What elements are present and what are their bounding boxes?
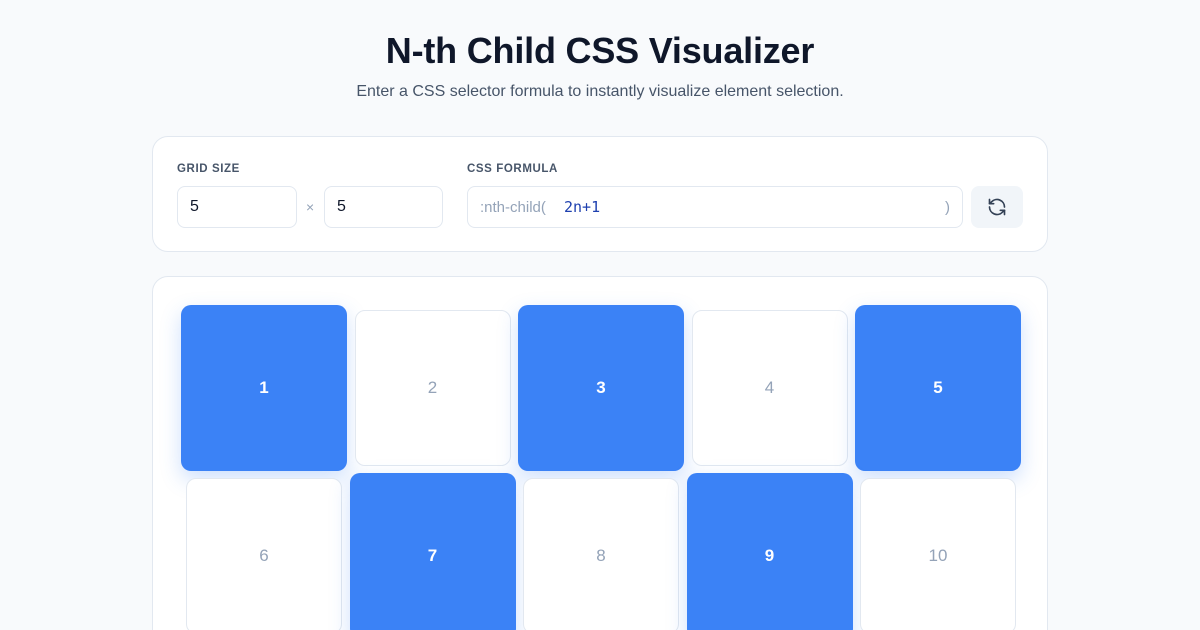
page-subtitle: Enter a CSS selector formula to instantl…: [356, 83, 844, 100]
grid-cell-9[interactable]: 9: [686, 473, 853, 630]
controls-card: GRID SIZE × CSS FORMULA :nth-child( ): [152, 136, 1048, 252]
grid-cell-2[interactable]: 2: [354, 310, 511, 466]
grid-cols-input[interactable]: [324, 186, 443, 228]
formula-field: :nth-child( ): [467, 186, 963, 228]
grid-cell-1[interactable]: 1: [181, 305, 347, 471]
times-symbol: ×: [306, 199, 315, 215]
grid-cell-4[interactable]: 4: [691, 310, 848, 466]
grid-cell-8[interactable]: 8: [523, 478, 679, 630]
formula-suffix: ): [945, 199, 950, 216]
formula-prefix: :nth-child(: [480, 199, 546, 216]
grid-size-label: GRID SIZE: [177, 163, 240, 175]
grid-cell-5[interactable]: 5: [855, 305, 1021, 471]
page: N-th Child CSS Visualizer Enter a CSS se…: [0, 0, 1200, 630]
css-formula-label: CSS FORMULA: [467, 163, 558, 175]
grid-rows-input[interactable]: [177, 186, 297, 228]
grid-cell-7[interactable]: 7: [349, 473, 516, 630]
refresh-button[interactable]: [971, 186, 1023, 228]
page-title: N-th Child CSS Visualizer: [385, 30, 815, 71]
grid-cell-6[interactable]: 6: [186, 478, 342, 630]
formula-input[interactable]: [564, 195, 924, 219]
grid-card: 1 2 3 4 5 6 7 8 9 10: [152, 276, 1048, 630]
refresh-icon: [987, 197, 1007, 217]
grid-cell-10[interactable]: 10: [860, 478, 1016, 630]
grid-cell-3[interactable]: 3: [518, 305, 684, 471]
